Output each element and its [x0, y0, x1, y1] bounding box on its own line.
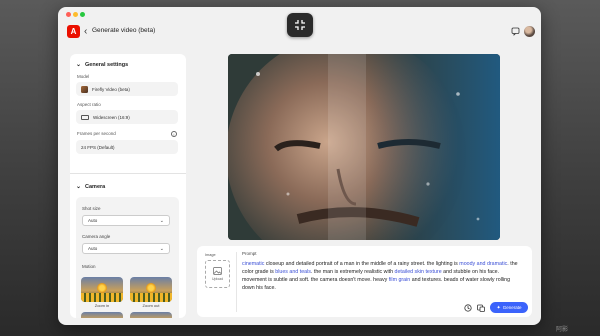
image-upload-icon	[213, 267, 222, 275]
aspect-ratio-label: Aspect ratio	[77, 102, 101, 107]
prompt-segment: cinematic	[242, 261, 265, 267]
camera-angle-select[interactable]: Auto ⌄	[82, 243, 170, 254]
adobe-logo-icon[interactable]: A	[67, 25, 80, 38]
shot-size-select[interactable]: Auto ⌄	[82, 215, 170, 226]
user-avatar-icon[interactable]	[524, 26, 535, 37]
chevron-down-icon: ⌄	[76, 184, 82, 190]
field-graphic	[81, 293, 123, 302]
general-settings-title: General settings	[85, 61, 129, 68]
chevron-down-icon: ⌄	[76, 62, 82, 68]
chat-icon[interactable]	[510, 26, 521, 37]
collapse-icon	[295, 20, 305, 30]
camera-header[interactable]: ⌄ Camera	[76, 183, 106, 191]
prompt-segment: closeup and detailed portrait of a man i…	[264, 261, 460, 267]
model-selector[interactable]: Firefly Video (beta)	[76, 82, 178, 96]
upload-caption: Upload	[211, 277, 224, 281]
motion-option-label: Zoom in	[94, 303, 110, 308]
watermark-text: 阿影	[556, 327, 569, 333]
model-value: Firefly Video (beta)	[92, 86, 130, 92]
aspect-ratio-selector[interactable]: Widescreen (16:9)	[76, 110, 178, 124]
sunflower-thumbnail-icon	[97, 283, 107, 293]
fps-label: Frames per second	[77, 131, 116, 136]
prompt-segment: detailed skin texture	[394, 269, 442, 275]
motion-option-partial[interactable]	[130, 312, 172, 318]
camera-angle-value: Auto	[88, 246, 98, 251]
generated-video-preview[interactable]	[228, 54, 500, 240]
maximize-window-button[interactable]	[80, 12, 85, 17]
shot-size-label: Shot size	[82, 206, 101, 211]
style-reference-icon[interactable]	[476, 303, 485, 312]
page-title: Generate video (beta)	[92, 27, 156, 34]
motion-label: Motion	[82, 264, 96, 269]
camera-angle-label: Camera angle	[82, 234, 111, 239]
model-thumbnail-icon	[81, 85, 88, 93]
image-label: Image	[205, 253, 216, 257]
shot-size-value: Auto	[88, 218, 98, 223]
info-icon[interactable]: i	[171, 131, 177, 137]
generate-button[interactable]: ✦ Generate	[490, 302, 528, 313]
chevron-down-icon: ⌄	[159, 246, 164, 252]
section-divider	[70, 173, 186, 174]
general-settings-header[interactable]: ⌄ General settings	[76, 61, 129, 69]
camera-title: Camera	[85, 183, 106, 190]
motion-zoom-out-option[interactable]	[130, 277, 172, 302]
prompt-segment: film grain	[388, 277, 411, 283]
portrait-video-frame	[228, 54, 500, 240]
prompt-panel: Image Upload Prompt cinematic closeup an…	[197, 246, 532, 317]
prompt-segment: blues and teals	[275, 269, 311, 275]
motion-option-partial[interactable]	[81, 312, 123, 318]
aspect-ratio-value: Widescreen (16:9)	[93, 114, 130, 120]
generate-label: Generate	[502, 305, 522, 310]
fps-selector[interactable]: 24 FPS (Default)	[76, 140, 178, 154]
field-graphic	[130, 293, 172, 302]
prompt-segment: . the man is extremely realistic with	[310, 269, 395, 275]
history-icon[interactable]	[463, 303, 472, 312]
settings-sidebar: ⌄ General settings Model Firefly Video (…	[70, 54, 186, 318]
app-window: A ‹ Generate video (beta) ⌄ General sett…	[58, 7, 541, 325]
motion-zoom-in-option[interactable]	[81, 277, 123, 302]
chevron-down-icon: ⌄	[159, 218, 164, 224]
image-upload-slot[interactable]: Upload	[205, 260, 230, 288]
back-button[interactable]: ‹	[84, 25, 87, 38]
widescreen-icon	[81, 114, 89, 120]
sparkle-icon: ✦	[496, 304, 501, 311]
picture-in-picture-button[interactable]	[287, 13, 313, 37]
minimize-window-button[interactable]	[73, 12, 78, 17]
prompt-label: Prompt	[242, 251, 257, 256]
model-label: Model	[77, 74, 90, 79]
prompt-textarea[interactable]: cinematic closeup and detailed portrait …	[242, 260, 524, 292]
sunflower-thumbnail-icon	[146, 283, 156, 293]
motion-option-label: Zoom out	[142, 303, 160, 308]
prompt-segment: moody and dramatic	[459, 261, 508, 267]
fps-value: 24 FPS (Default)	[81, 144, 115, 150]
close-window-button[interactable]	[66, 12, 71, 17]
prompt-divider	[236, 252, 237, 312]
camera-options-card: Shot size Auto ⌄ Camera angle Auto ⌄ Mot…	[76, 197, 179, 318]
